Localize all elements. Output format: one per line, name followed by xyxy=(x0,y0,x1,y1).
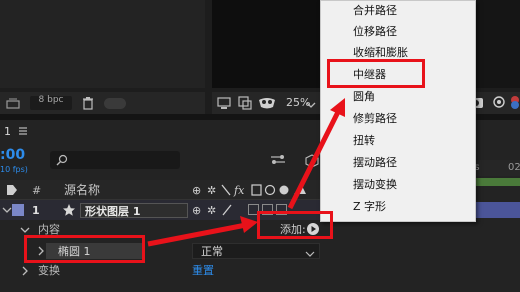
arrow-to-repeater xyxy=(287,98,345,210)
annotation-arrows xyxy=(147,98,345,247)
arrow-to-add-button xyxy=(147,216,258,247)
